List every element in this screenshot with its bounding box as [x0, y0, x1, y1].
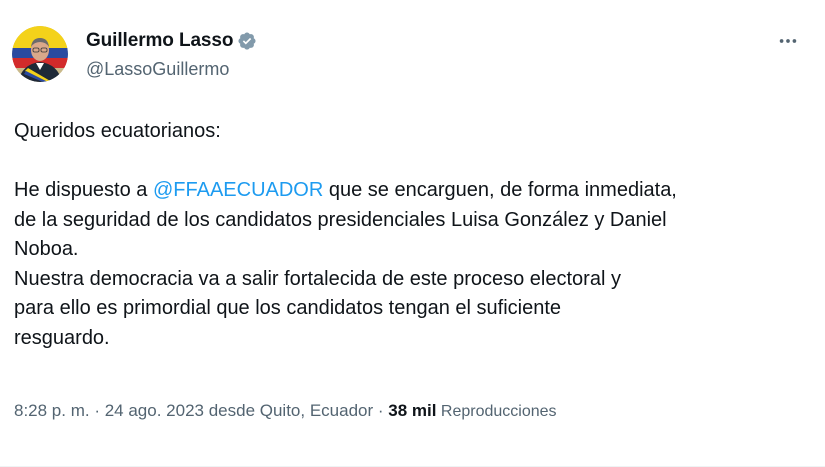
more-horizontal-icon: [779, 39, 797, 43]
meta-separator: ·: [373, 401, 389, 420]
mention-link[interactable]: @FFAAECUADOR: [153, 179, 323, 201]
more-options-button[interactable]: [777, 30, 799, 52]
tweet-line-6: resguardo.: [14, 326, 110, 349]
tweet-text: Queridos ecuatorianos: He dispuesto a @F…: [14, 117, 814, 353]
tweet-time-link[interactable]: 8:28 p. m.: [14, 401, 90, 420]
avatar-photo-icon: [12, 26, 68, 82]
tweet-card: Guillermo Lasso @LassoGuillermo Queridos…: [0, 0, 825, 467]
tweet-date-link[interactable]: 24 ago. 2023: [105, 401, 204, 420]
tweet-header: Guillermo Lasso @LassoGuillermo: [12, 26, 257, 82]
views-count[interactable]: 38 mil: [388, 401, 436, 420]
tweet-line-2: de la seguridad de los candidatos presid…: [14, 208, 667, 231]
name-row: Guillermo Lasso: [86, 29, 257, 53]
tweet-line-4: Nuestra democracia va a salir fortalecid…: [14, 267, 621, 290]
views-label: Reproducciones: [436, 403, 557, 420]
tweet-line-5: para ello es primordial que los candidat…: [14, 297, 562, 319]
tweet-location: desde Quito, Ecuador: [203, 401, 374, 420]
meta-separator: ·: [89, 401, 105, 420]
verified-badge-icon[interactable]: [237, 31, 257, 51]
tweet-greeting: Queridos ecuatorianos:: [14, 120, 221, 142]
tweet-text-segment: He dispuesto a: [14, 179, 153, 201]
author-display-name[interactable]: Guillermo Lasso: [86, 30, 233, 52]
tweet-line-1: He dispuesto a @FFAAECUADOR que se encar…: [14, 176, 814, 206]
avatar[interactable]: [12, 26, 68, 82]
tweet-line-3: Noboa.: [14, 238, 79, 260]
author-handle[interactable]: @LassoGuillermo: [86, 59, 257, 80]
author-names: Guillermo Lasso @LassoGuillermo: [86, 29, 257, 80]
tweet-metadata: 8:28 p. m. · 24 ago. 2023 desde Quito, E…: [14, 401, 557, 421]
tweet-text-segment: que se encarguen, de forma inmediata,: [323, 179, 677, 201]
